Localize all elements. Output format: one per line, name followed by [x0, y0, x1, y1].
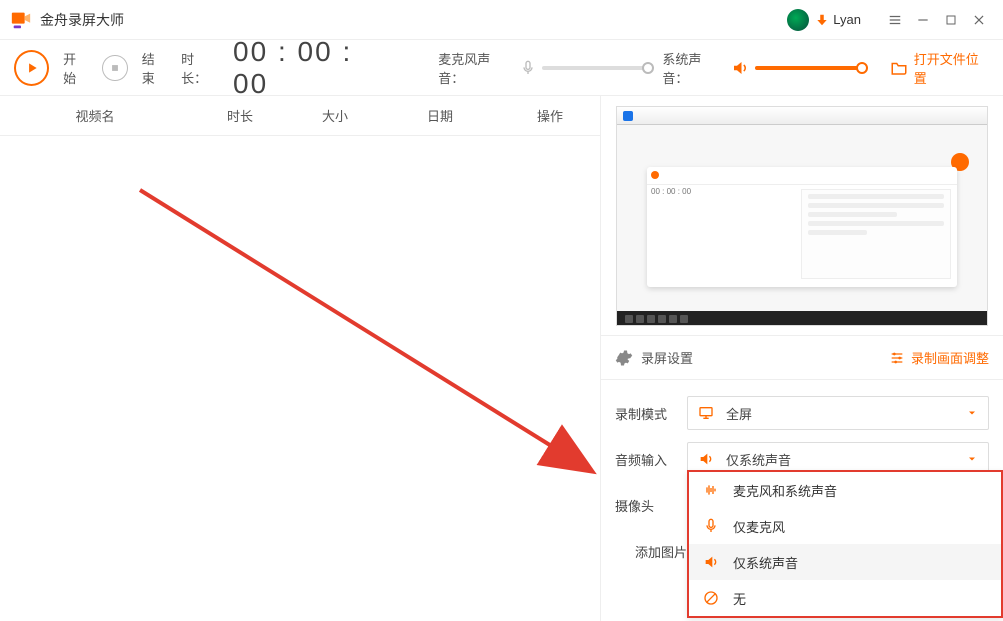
th-duration: 时长: [190, 106, 290, 125]
option-label: 仅麦克风: [733, 517, 785, 536]
gear-icon: [615, 349, 633, 367]
speaker-icon: [703, 554, 721, 570]
monitor-icon: [698, 405, 716, 421]
microphone-icon: [703, 518, 721, 534]
option-label: 麦克风和系统声音: [733, 481, 837, 500]
minimize-button[interactable]: [909, 6, 937, 34]
start-label: 开始: [63, 49, 88, 87]
folder-icon: [890, 59, 908, 77]
settings-body: 录制模式 全屏 音频输入 仅系统声音: [601, 380, 1003, 574]
end-label: 结束: [142, 49, 167, 87]
sys-volume-slider[interactable]: [755, 66, 862, 70]
toolbar: 开始 结束 时长： 00 : 00 : 00 麦克风声音： 系统声音： 打开文件…: [0, 40, 1003, 96]
audio-value: 仅系统声音: [726, 450, 791, 469]
option-label: 无: [733, 589, 746, 608]
mic-volume-label: 麦克风声音：: [438, 49, 514, 87]
option-label: 仅系统声音: [733, 553, 798, 572]
close-button[interactable]: [965, 6, 993, 34]
open-folder-label: 打开文件位置: [914, 49, 989, 87]
app-title: 金舟录屏大师: [40, 10, 124, 30]
app-logo-icon: [10, 9, 32, 31]
maximize-button[interactable]: [937, 6, 965, 34]
settings-title: 录屏设置: [641, 348, 693, 367]
preview-thumbnail: 00 : 00 : 00: [616, 106, 988, 326]
stop-record-button[interactable]: [102, 55, 127, 81]
adjust-button[interactable]: 录制画面调整: [889, 348, 989, 367]
audio-dropdown: 麦克风和系统声音 仅麦克风 仅系统声音: [687, 470, 1003, 618]
open-folder-button[interactable]: 打开文件位置: [890, 49, 989, 87]
speaker-icon: [731, 59, 749, 77]
camera-label: 摄像头: [615, 496, 687, 515]
avatar[interactable]: [787, 9, 809, 31]
microphone-icon: [520, 60, 536, 76]
row-mode: 录制模式 全屏: [615, 390, 989, 436]
th-size: 大小: [290, 106, 380, 125]
add-image-label: 添加图片: [635, 542, 687, 561]
mic-volume-slider[interactable]: [542, 66, 649, 70]
start-record-button[interactable]: [14, 50, 49, 86]
mode-value: 全屏: [726, 404, 752, 423]
audio-option-mic-and-sys[interactable]: 麦克风和系统声音: [689, 472, 1001, 508]
sys-volume-label: 系统声音：: [662, 49, 725, 87]
duration-label: 时长：: [181, 49, 219, 87]
settings-header: 录屏设置 录制画面调整: [601, 336, 1003, 380]
username[interactable]: Lyan: [833, 12, 861, 27]
chevron-down-icon: [966, 407, 978, 419]
audio-option-sys-only[interactable]: 仅系统声音: [689, 544, 1001, 580]
table-header: 视频名 时长 大小 日期 操作: [0, 96, 600, 136]
th-date: 日期: [380, 106, 500, 125]
audio-option-none[interactable]: 无: [689, 580, 1001, 616]
adjust-label: 录制画面调整: [911, 348, 989, 367]
sliders-icon: [889, 350, 905, 366]
titlebar: 金舟录屏大师 Lyan: [0, 0, 1003, 40]
audio-option-mic-only[interactable]: 仅麦克风: [689, 508, 1001, 544]
preview-area: 00 : 00 : 00: [601, 96, 1003, 336]
chevron-down-icon: [966, 453, 978, 465]
mode-label: 录制模式: [615, 404, 687, 423]
sys-volume-group: 系统声音：: [662, 49, 861, 87]
audio-label: 音频输入: [615, 450, 687, 469]
waveform-icon: [703, 482, 721, 498]
vip-badge-icon: [815, 13, 829, 27]
th-name: 视频名: [0, 106, 190, 125]
mode-select[interactable]: 全屏: [687, 396, 989, 430]
recordings-panel: 视频名 时长 大小 日期 操作: [0, 96, 601, 621]
menu-button[interactable]: [881, 6, 909, 34]
mic-volume-group: 麦克风声音：: [438, 49, 648, 87]
speaker-icon: [698, 451, 716, 467]
th-action: 操作: [500, 106, 600, 125]
none-icon: [703, 590, 721, 606]
duration-value: 00 : 00 : 00: [233, 36, 393, 100]
